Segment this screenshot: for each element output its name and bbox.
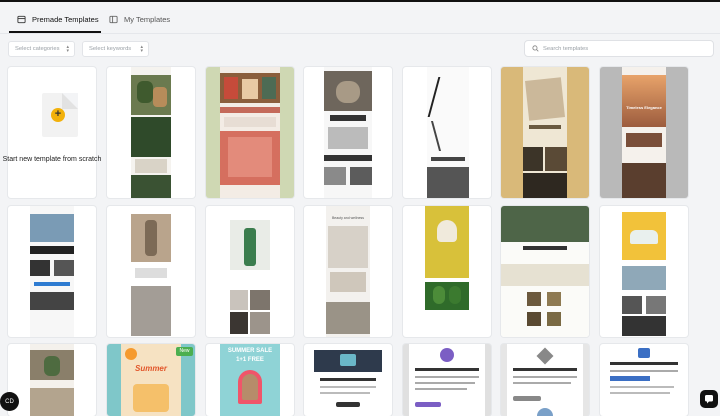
summer-sale-text: SUMMER SALE <box>227 348 273 354</box>
template-card-bikes[interactable] <box>8 206 96 337</box>
template-card-sketch[interactable] <box>403 67 491 198</box>
plus-icon: + <box>51 108 65 122</box>
search-icon <box>532 45 539 52</box>
tab-my-templates[interactable]: My Templates <box>109 7 170 31</box>
template-card-food[interactable] <box>501 206 589 337</box>
new-badge: New <box>176 347 193 356</box>
template-card-fitness[interactable]: LOGO <box>107 206 195 337</box>
timeless-text: Timeless Elegance <box>626 105 662 110</box>
template-tabs: Premade Templates My Templates <box>0 2 720 34</box>
template-card-summer-sale[interactable]: SUMMER SALE 1+1 FREE <box>206 344 294 416</box>
template-card-purple-logo[interactable] <box>403 344 491 416</box>
active-tab-indicator <box>9 31 101 33</box>
keywords-placeholder: Select keywords <box>89 46 132 52</box>
template-card-timeless[interactable]: Timeless Elegance <box>600 67 688 198</box>
template-card-bottle[interactable] <box>206 206 294 337</box>
template-card-cat[interactable] <box>304 67 392 198</box>
categories-placeholder: Select categories <box>15 46 60 52</box>
chat-icon <box>705 395 713 404</box>
new-template-label: Start new template from scratch <box>2 156 102 163</box>
categories-select[interactable]: Select categories ▴ ▾ <box>8 41 75 57</box>
tab-my-label: My Templates <box>124 14 171 24</box>
template-icon <box>17 15 26 23</box>
user-menu-button[interactable]: CD <box>0 392 19 411</box>
new-template-card[interactable]: + Start new template from scratch <box>3 67 101 198</box>
template-card-grey-logo[interactable] <box>501 344 589 416</box>
template-card-interior[interactable] <box>8 344 96 416</box>
beauty-text: Beauty and wellness <box>331 216 365 220</box>
template-card-dark-header[interactable] <box>304 344 392 416</box>
search-templates-input[interactable]: Search templates <box>524 40 714 57</box>
chat-support-button[interactable] <box>700 390 718 408</box>
chevron-updown-icon: ▴ ▾ <box>140 44 143 54</box>
template-card-blue-card[interactable] <box>600 344 688 416</box>
template-card-pink-store[interactable] <box>206 67 294 198</box>
chevron-updown-icon: ▴ ▾ <box>66 44 69 54</box>
template-card-beauty[interactable]: Beauty and wellness <box>304 206 392 337</box>
template-card-golden[interactable] <box>501 67 589 198</box>
one-plus-one-text: 1+1 FREE <box>236 357 264 363</box>
template-card-car[interactable] <box>600 206 688 337</box>
template-card-plants[interactable] <box>107 67 195 198</box>
keywords-select[interactable]: Select keywords ▴ ▾ <box>82 41 149 57</box>
template-icon <box>109 15 118 23</box>
tab-premade-templates[interactable]: Premade Templates <box>17 7 99 31</box>
tab-premade-label: Premade Templates <box>32 14 99 24</box>
template-card-peppers[interactable] <box>403 206 491 337</box>
summer-text: Summer <box>134 364 167 373</box>
search-placeholder: Search templates <box>543 45 589 52</box>
